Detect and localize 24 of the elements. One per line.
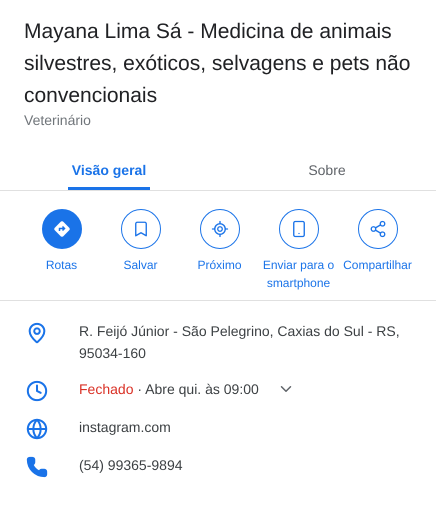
place-title: Mayana Lima Sá - Medicina de animais silvestres, exóticos, selvagens e pets não convencionais <box>24 19 412 109</box>
action-label[interactable]: Próximo <box>180 256 259 274</box>
save-button[interactable] <box>120 209 160 249</box>
directions-button[interactable] <box>42 209 82 249</box>
hours-status: Fechado <box>79 380 134 399</box>
phone-text[interactable]: (54) 99365-9894 <box>79 454 183 476</box>
nearby-button[interactable] <box>200 209 240 249</box>
action-label[interactable]: Compartilhar <box>338 256 417 274</box>
globe-icon <box>26 418 48 440</box>
action-label[interactable]: Salvar <box>101 256 180 274</box>
hours-text: · Abre qui. às 09:00 <box>136 380 259 399</box>
send-button[interactable] <box>278 209 318 249</box>
phone-icon <box>26 456 48 478</box>
website-text[interactable]: instagram.com <box>79 416 171 438</box>
place-category: Veterinário <box>24 111 92 130</box>
action-label[interactable]: Rotas <box>22 256 101 274</box>
share-icon <box>368 220 386 238</box>
tab[interactable]: Sobre <box>218 152 436 190</box>
address-text: R. Feijó Júnior - São Pelegrino, Caxias do Sul - RS, 95034-160 <box>79 322 401 363</box>
share-button[interactable] <box>358 209 398 249</box>
tab[interactable]: Visão geral <box>0 152 218 190</box>
location-pin-icon <box>26 322 48 344</box>
clock-icon <box>26 380 48 402</box>
location-icon <box>210 220 228 238</box>
